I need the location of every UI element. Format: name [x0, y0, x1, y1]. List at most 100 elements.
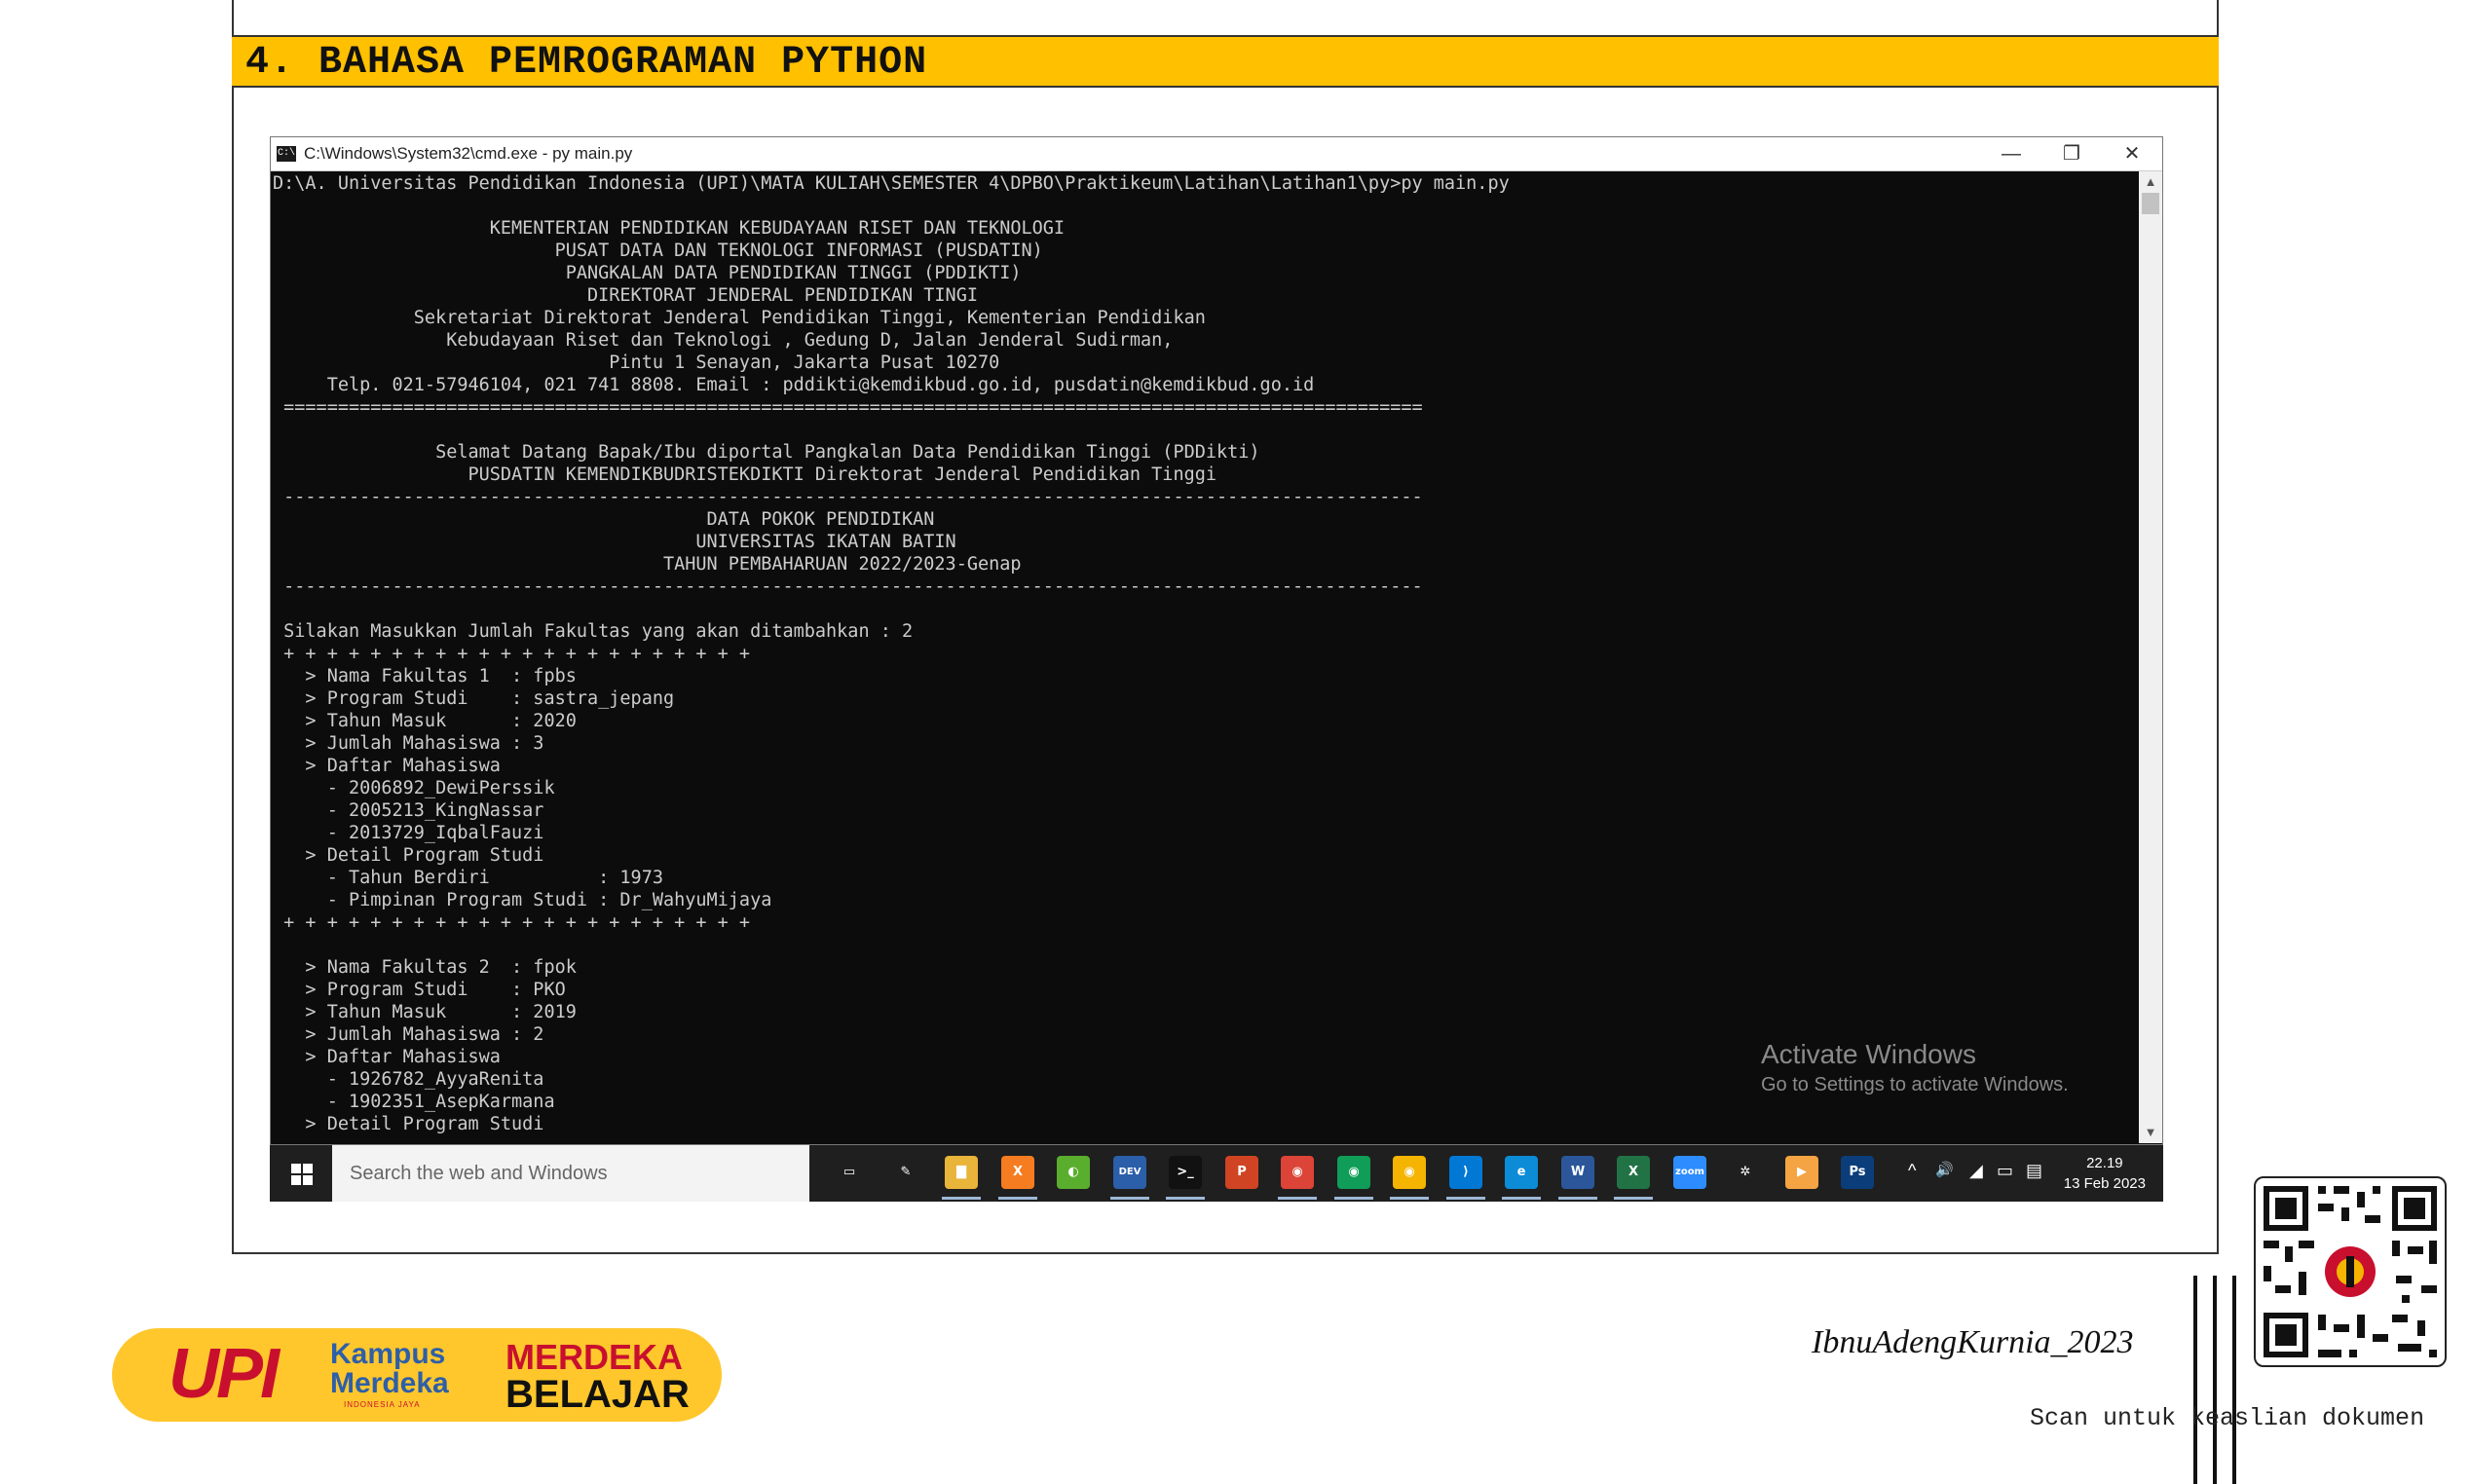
merdeka-text: MERDEKA	[505, 1337, 684, 1377]
terminal-line: > Nama Fakultas 2 : fpok	[273, 957, 577, 978]
cmd-window-title: C:\Windows\System32\cmd.exe - py main.py	[304, 144, 633, 163]
upi-kampus-merdeka-logo: UPI Kampus Merdeka INDONESIA JAYA MERDEK…	[112, 1328, 722, 1422]
terminal-line: > Program Studi : sastra_jepang	[273, 688, 675, 709]
running-indicator	[1110, 1197, 1149, 1200]
terminal-line: > Jumlah Mahasiswa : 3	[273, 733, 544, 754]
terminal-line: Pintu 1 Senayan, Jakarta Pusat 10270	[273, 352, 1000, 373]
qr-code[interactable]	[2254, 1176, 2447, 1367]
tray-chevron-icon[interactable]: ^	[1908, 1161, 1916, 1181]
file-explorer-icon[interactable]: ▇	[945, 1156, 978, 1189]
terminal-line: > Daftar Mahasiswa	[273, 756, 501, 776]
terminal-line: ========================================…	[273, 397, 1423, 418]
excel-icon[interactable]: X	[1617, 1156, 1650, 1189]
windows-taskbar: Search the web and Windows ▭ ✎ ▇ X ◐ DEV >_ P ◉ ◉…	[270, 1145, 2163, 1202]
restore-button[interactable]: ❐	[2041, 137, 2102, 170]
notification-icon[interactable]: ▤	[2026, 1161, 2042, 1181]
terminal-line: PUSAT DATA DAN TEKNOLOGI INFORMASI (PUSD…	[273, 241, 1043, 261]
chrome-icon-1[interactable]: ◉	[1281, 1156, 1314, 1189]
start-button[interactable]	[270, 1145, 332, 1202]
running-indicator	[1278, 1197, 1317, 1200]
terminal-line: DIREKTORAT JENDERAL PENDIDIKAN TINGI	[273, 285, 978, 306]
clock-date: 13 Feb 2023	[2063, 1175, 2146, 1192]
belajar-text: BELAJAR	[505, 1373, 690, 1416]
section-header-bar: 4. BAHASA PEMROGRAMAN PYTHON	[232, 35, 2219, 88]
terminal-output[interactable]: D:\A. Universitas Pendidikan Indonesia (…	[271, 172, 2133, 1142]
volume-icon[interactable]: 🔊	[1935, 1161, 1954, 1178]
close-button[interactable]: ✕	[2102, 137, 2162, 170]
terminal-line: Kebudayaan Riset dan Teknologi , Gedung …	[273, 330, 1174, 351]
terminal-line: KEMENTERIAN PENDIDIKAN KEBUDAYAAN RISET …	[273, 218, 1066, 239]
vscode-icon[interactable]: ⟩	[1449, 1156, 1482, 1189]
windows-logo-icon	[291, 1164, 313, 1185]
terminal-line: - Tahun Berdiri : 1973	[273, 868, 663, 888]
terminal-line: Telp. 021-57946104, 021 741 8808. Email …	[273, 375, 1315, 395]
author-signature: IbnuAdengKurnia_2023	[1812, 1324, 2134, 1360]
running-indicator	[1166, 1197, 1205, 1200]
media-player-icon[interactable]: ▶	[1785, 1156, 1818, 1189]
edge-icon[interactable]: e	[1505, 1156, 1538, 1189]
kampus-merdeka-text: Kampus Merdeka	[330, 1338, 449, 1399]
terminal-line: Silakan Masukkan Jumlah Fakultas yang ak…	[273, 621, 914, 642]
scrollbar-thumb[interactable]	[2142, 193, 2159, 214]
terminal-line: - 2005213_KingNassar	[273, 800, 544, 821]
running-indicator	[1390, 1197, 1429, 1200]
scroll-down-icon[interactable]: ▼	[2139, 1122, 2162, 1143]
command-prompt-icon[interactable]: >_	[1169, 1156, 1202, 1189]
cmd-titlebar[interactable]: C:\ C:\Windows\System32\cmd.exe - py mai…	[271, 137, 2162, 171]
terminal-line: Selamat Datang Bapak/Ibu diportal Pangka…	[273, 442, 1260, 463]
terminal-line: PANGKALAN DATA PENDIDIKAN TINGGI (PDDIKT…	[273, 263, 1022, 283]
pen-tool-icon[interactable]: ✎	[889, 1156, 922, 1189]
network-icon[interactable]: ◢	[1969, 1161, 1983, 1181]
terminal-line: > Nama Fakultas 1 : fpbs	[273, 666, 577, 686]
running-indicator	[942, 1197, 981, 1200]
terminal-line: - 2006892_DewiPerssik	[273, 778, 555, 798]
terminal-line: PUSDATIN KEMENDIKBUDRISTEKDIKTI Direktor…	[273, 464, 1217, 485]
photoshop-icon[interactable]: Ps	[1841, 1156, 1874, 1189]
powerpoint-icon[interactable]: P	[1225, 1156, 1258, 1189]
terminal-line: UNIVERSITAS IKATAN BATIN	[273, 532, 956, 552]
terminal-line: > Program Studi : PKO	[273, 980, 566, 1000]
divider-line	[2213, 1276, 2217, 1484]
minimize-button[interactable]: —	[1981, 137, 2041, 170]
zoom-icon[interactable]: zoom	[1673, 1156, 1706, 1189]
task-view-icon[interactable]: ▭	[833, 1156, 866, 1189]
running-indicator	[1614, 1197, 1653, 1200]
terminal-line: Sekretariat Direktorat Jenderal Pendidik…	[273, 308, 1206, 328]
divider-line	[2193, 1276, 2197, 1484]
terminal-line: > Jumlah Mahasiswa : 2	[273, 1024, 544, 1045]
terminal-line: > Detail Program Studi	[273, 1114, 544, 1134]
running-indicator	[998, 1197, 1037, 1200]
cmd-window[interactable]: C:\ C:\Windows\System32\cmd.exe - py mai…	[270, 136, 2163, 1145]
chrome-icon-2[interactable]: ◉	[1337, 1156, 1370, 1189]
terminal-line: D:\A. Universitas Pendidikan Indonesia (…	[273, 173, 1510, 194]
clock-time: 22.19	[2086, 1155, 2123, 1171]
terminal-line: - 1926782_AyyaRenita	[273, 1069, 544, 1090]
running-indicator	[1502, 1197, 1541, 1200]
search-placeholder: Search the web and Windows	[350, 1163, 608, 1184]
terminal-line: > Tahun Masuk : 2019	[273, 1002, 577, 1022]
dev-cpp-icon[interactable]: DEV	[1113, 1156, 1146, 1189]
terminal-line: - 1902351_AsepKarmana	[273, 1092, 555, 1112]
running-indicator	[1334, 1197, 1373, 1200]
terminal-scrollbar[interactable]: ▲ ▼	[2139, 171, 2162, 1143]
terminal-line: + + + + + + + + + + + + + + + + + + + + …	[273, 912, 751, 933]
terminal-line: > Tahun Masuk : 2020	[273, 711, 577, 731]
section-title: 4. BAHASA PEMROGRAMAN PYTHON	[245, 41, 928, 85]
green-app-icon[interactable]: ◐	[1057, 1156, 1090, 1189]
chrome-icon-3[interactable]: ◉	[1393, 1156, 1426, 1189]
indonesia-jaya-text: INDONESIA JAYA	[344, 1400, 421, 1409]
settings-app-icon[interactable]: ✲	[1729, 1156, 1762, 1189]
terminal-line: ----------------------------------------…	[273, 487, 1423, 507]
terminal-line: > Detail Program Studi	[273, 845, 544, 866]
taskbar-search-box[interactable]: Search the web and Windows	[332, 1145, 809, 1202]
taskbar-clock[interactable]: 22.19 13 Feb 2023	[2064, 1153, 2146, 1194]
terminal-line: TAHUN PEMBAHARUAN 2022/2023-Genap	[273, 554, 1022, 575]
word-icon[interactable]: W	[1561, 1156, 1594, 1189]
battery-icon[interactable]: ▭	[1997, 1161, 2013, 1181]
running-indicator	[1446, 1197, 1485, 1200]
scan-verification-text: Scan untuk keaslian dokumen	[2030, 1404, 2425, 1432]
terminal-line: - 2013729_IqbalFauzi	[273, 823, 544, 843]
terminal-line: + + + + + + + + + + + + + + + + + + + + …	[273, 644, 751, 664]
scroll-up-icon[interactable]: ▲	[2139, 171, 2162, 193]
xampp-icon[interactable]: X	[1001, 1156, 1034, 1189]
